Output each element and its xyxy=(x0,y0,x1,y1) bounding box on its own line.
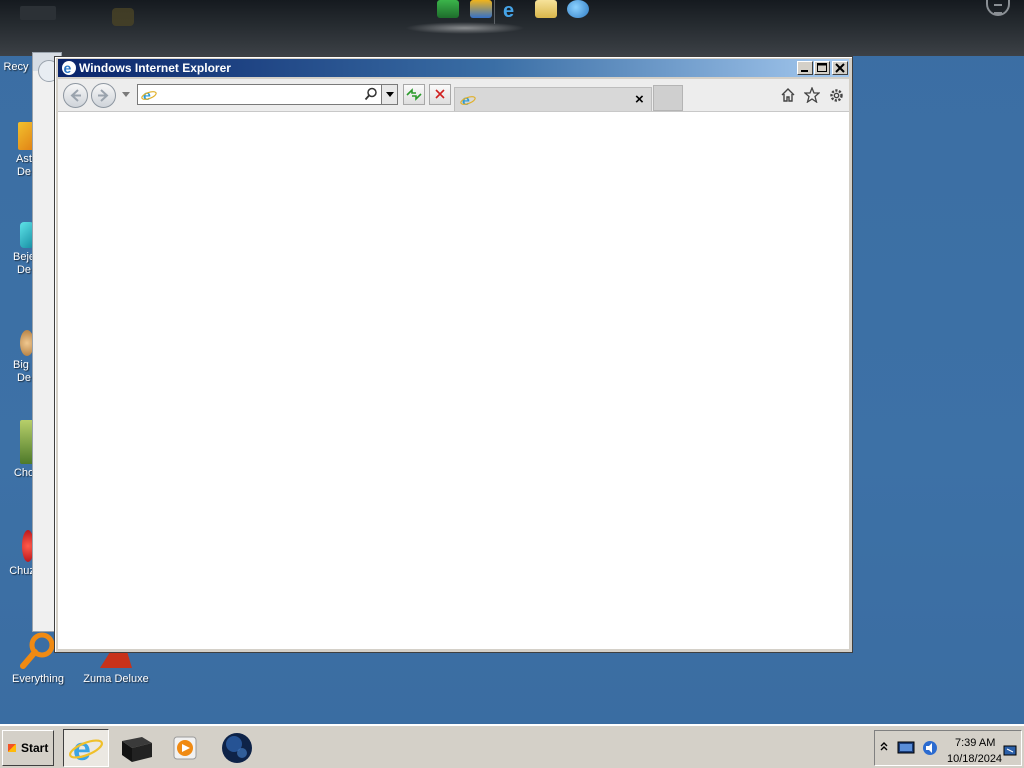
desktop-icon-label: Zuma Deluxe xyxy=(83,673,149,685)
dock-separator xyxy=(494,0,495,24)
refresh-arrows-icon xyxy=(406,88,422,101)
new-tab-button[interactable] xyxy=(653,85,683,111)
close-icon xyxy=(835,63,845,73)
minimize-icon xyxy=(801,70,808,72)
svg-text:e: e xyxy=(503,0,514,20)
home-icon[interactable] xyxy=(780,87,796,108)
start-button[interactable]: Start xyxy=(2,730,54,766)
clock-date[interactable]: 10/18/2024 xyxy=(947,753,1002,765)
ie-logo-icon: e xyxy=(61,60,77,81)
desktop-icon-label: Recy xyxy=(3,61,29,73)
start-label: Start xyxy=(21,741,49,755)
title-bar[interactable]: e Windows Internet Explorer xyxy=(58,59,849,77)
show-hidden-icons-chevron-icon[interactable] xyxy=(879,740,889,759)
dock-ie-icon[interactable]: e xyxy=(501,0,523,22)
system-tray: 7:39 AM 10/18/2024 xyxy=(874,730,1022,766)
recent-pages-dropdown[interactable] xyxy=(122,92,130,97)
dock-folder-icon-2[interactable] xyxy=(535,0,557,18)
taskbar-item-media-player[interactable] xyxy=(162,729,208,767)
taskbar-item-internet-explorer[interactable]: e xyxy=(63,729,109,767)
stop-button[interactable] xyxy=(429,84,451,105)
back-button[interactable] xyxy=(63,83,88,108)
svg-text:e: e xyxy=(64,60,72,76)
forward-button[interactable] xyxy=(91,83,116,108)
maximize-button[interactable] xyxy=(814,61,830,75)
taskbar-item-globe[interactable] xyxy=(214,729,260,767)
show-desktop-icon[interactable] xyxy=(1003,744,1017,762)
page-content-area[interactable] xyxy=(58,111,849,649)
page-icon: e xyxy=(141,87,157,108)
address-dropdown-button[interactable] xyxy=(381,85,397,104)
search-magnifier-icon xyxy=(18,630,58,670)
internet-explorer-icon: e xyxy=(68,731,104,767)
desktop-icon-label: Everything xyxy=(12,673,64,685)
windows-flag-icon xyxy=(8,744,16,752)
settings-gear-icon[interactable] xyxy=(828,87,845,109)
compatibility-refresh-button[interactable] xyxy=(403,84,425,105)
dock-folder-icon[interactable] xyxy=(112,8,134,26)
dock-glow xyxy=(405,22,525,34)
network-monitor-icon[interactable] xyxy=(897,740,915,761)
taskbar: Start e 7:39 AM 10/18/2024 xyxy=(0,724,1024,768)
window-title: Windows Internet Explorer xyxy=(79,61,231,75)
top-dock: e xyxy=(0,0,1024,56)
address-input[interactable] xyxy=(159,87,359,102)
favorites-star-icon[interactable] xyxy=(803,86,821,108)
taskbar-item-box[interactable] xyxy=(114,729,160,767)
address-bar[interactable]: e xyxy=(137,84,398,105)
dock-globe-icon[interactable] xyxy=(470,0,492,18)
media-player-icon xyxy=(173,736,197,760)
back-arrow-icon xyxy=(70,89,81,102)
navigation-toolbar: e e × xyxy=(58,79,849,111)
ie-window: e Windows Internet Explorer e e × xyxy=(54,56,853,653)
globe-icon xyxy=(222,733,252,763)
desktop-icon-label: Ast De xyxy=(16,153,32,178)
dock-users-icon[interactable] xyxy=(567,0,589,18)
forward-arrow-icon xyxy=(98,89,109,102)
volume-speaker-icon[interactable] xyxy=(921,740,939,761)
dock-left-tab xyxy=(20,6,56,20)
dock-green-box-icon[interactable] xyxy=(437,0,459,18)
tab-close-icon[interactable]: × xyxy=(635,91,644,108)
close-button[interactable] xyxy=(832,61,848,75)
search-icon[interactable] xyxy=(364,87,378,106)
tab-page-icon: e xyxy=(460,92,476,113)
clock-time[interactable]: 7:39 AM xyxy=(955,737,995,749)
dock-menu-icon[interactable] xyxy=(986,0,1010,16)
browser-tab[interactable]: e × xyxy=(454,87,652,111)
minimize-button[interactable] xyxy=(797,61,813,75)
stop-x-icon xyxy=(435,89,445,99)
maximize-icon xyxy=(817,63,827,72)
black-box-icon xyxy=(122,737,152,762)
